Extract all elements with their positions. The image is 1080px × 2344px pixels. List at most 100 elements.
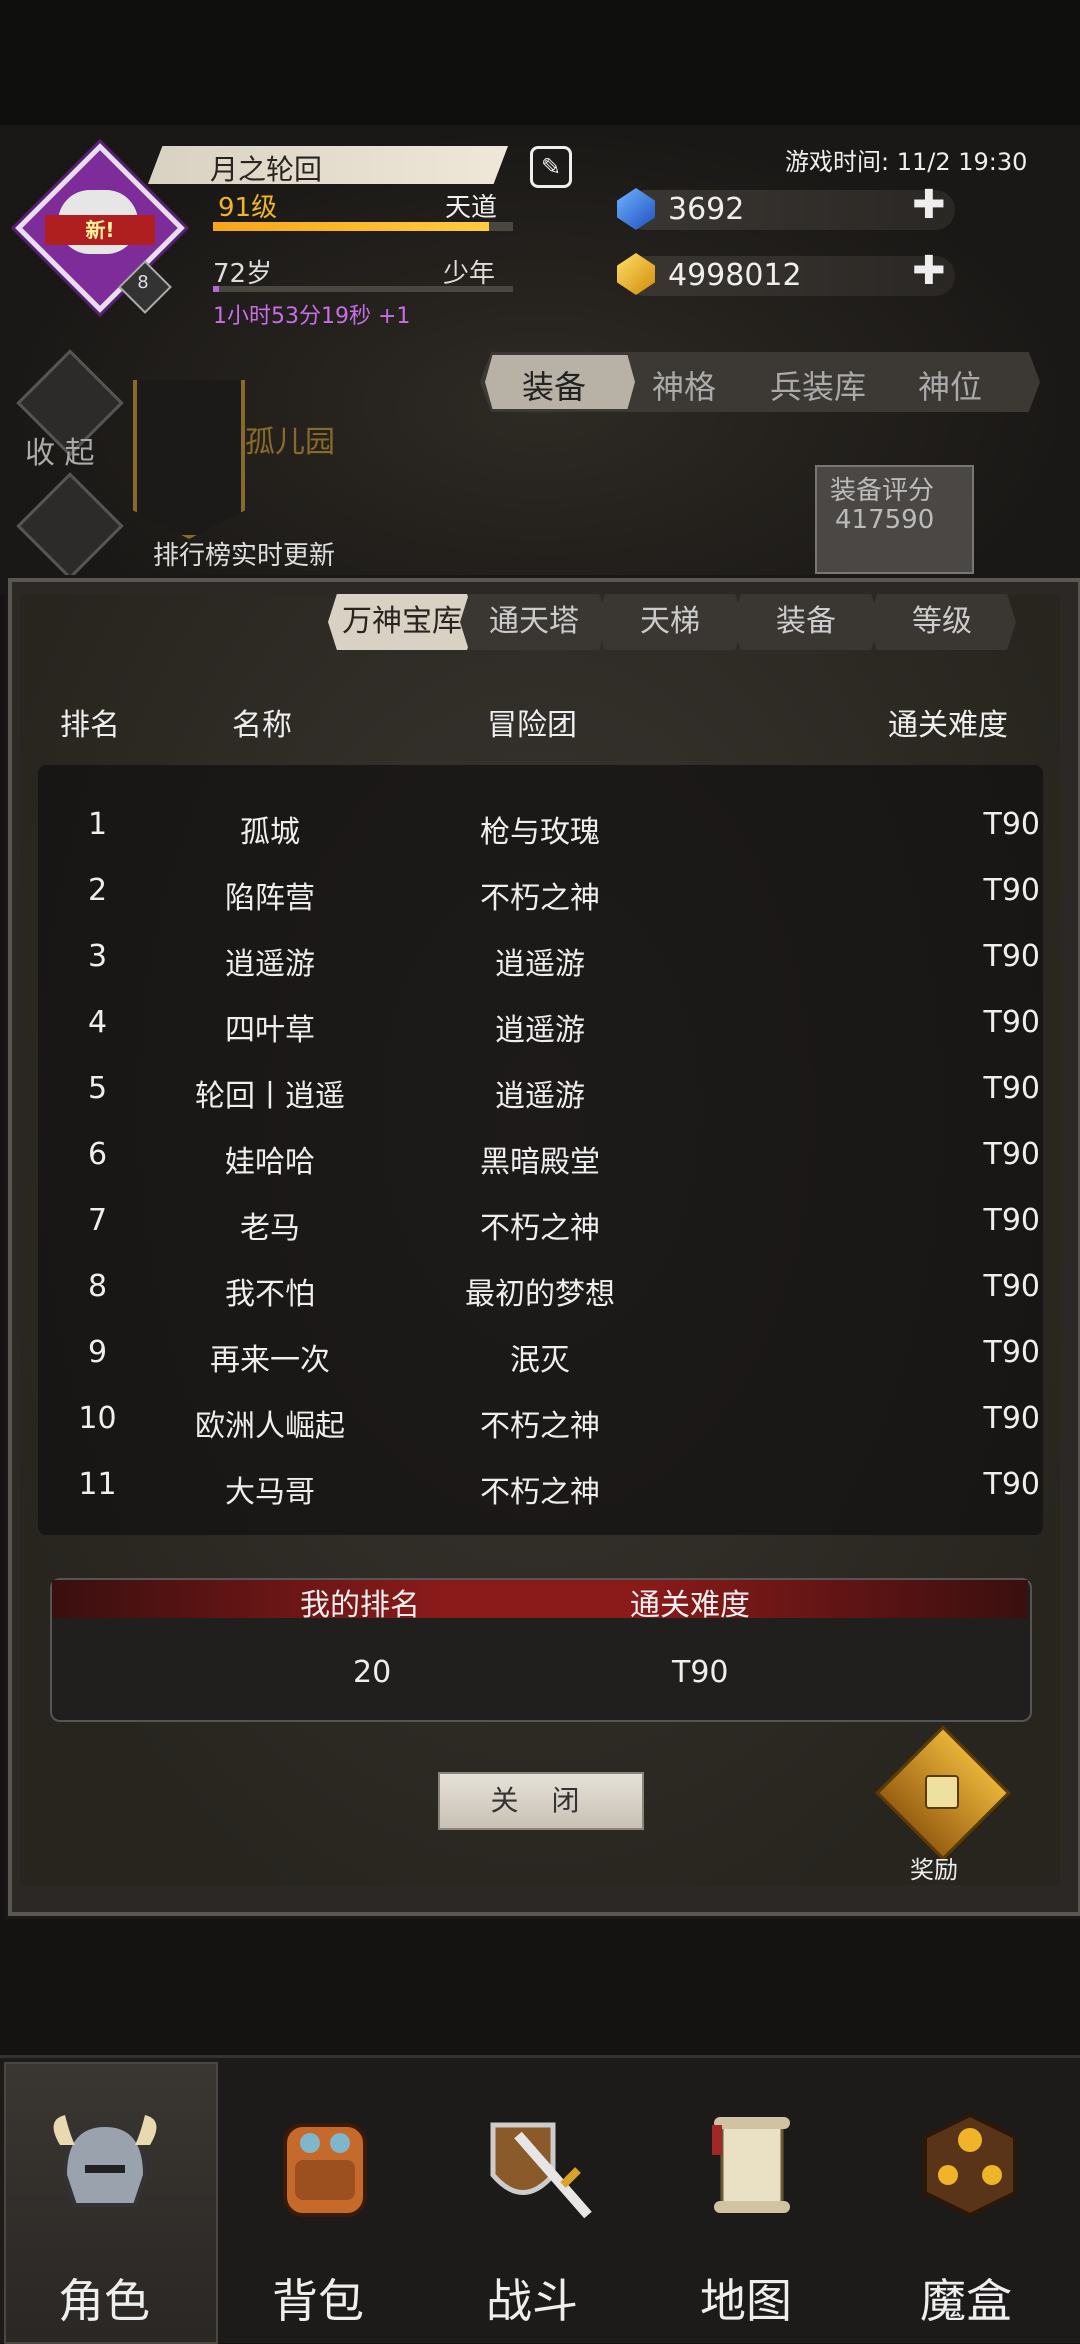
col-rank: 排名 [60, 708, 120, 743]
rank-update-note: 排行榜实时更新 [153, 541, 336, 571]
status-strip [0, 0, 1080, 125]
magic-cube-icon [923, 2112, 1017, 2218]
table-row[interactable]: 11 大马哥 不朽之神 T90 [0, 1467, 1080, 1511]
tab-divinity[interactable]: 神格 [652, 362, 716, 408]
team-cell: 最初的梦想 [465, 1277, 615, 1312]
team-cell: 不朽之神 [480, 881, 600, 916]
my-rank-header [52, 1580, 1028, 1618]
rank-cell: 1 [87, 807, 108, 842]
name-cell: 四叶草 [225, 1013, 315, 1048]
age-bar-fill [213, 286, 219, 292]
table-row[interactable]: 3 逍遥游 逍遥游 T90 [0, 939, 1080, 983]
team-cell: 不朽之神 [480, 1409, 600, 1444]
leaderboard-tabs: 万神宝库 通天塔 天梯 装备 等级 [320, 592, 1040, 654]
nav-magic-box-label[interactable]: 魔盒 [920, 2265, 1012, 2331]
table-row[interactable]: 8 我不怕 最初的梦想 T90 [0, 1269, 1080, 1313]
col-difficulty: 通关难度 [888, 708, 1008, 743]
backpack-icon [283, 2123, 367, 2217]
rank-cell: 5 [87, 1071, 108, 1106]
add-diamond-button[interactable]: ✚ [912, 182, 946, 228]
age-bar [213, 286, 513, 292]
tab-equip[interactable]: 装备 [522, 362, 586, 408]
tab-level[interactable]: 等级 [868, 594, 1016, 650]
team-cell: 泯灭 [510, 1343, 570, 1378]
name-cell: 再来一次 [210, 1343, 330, 1378]
player-level: 91级 [218, 193, 278, 223]
difficulty-cell: T90 [983, 1401, 1041, 1436]
add-gold-button[interactable]: ✚ [912, 248, 946, 294]
difficulty-cell: T90 [983, 1203, 1041, 1238]
player-name: 月之轮回 [210, 153, 323, 186]
name-cell: 逍遥游 [225, 947, 315, 982]
name-cell: 欧洲人崛起 [195, 1409, 345, 1444]
name-cell: 我不怕 [225, 1277, 315, 1312]
game-time: 游戏时间: 11/2 19:30 [785, 148, 1028, 176]
rank-cell: 8 [87, 1269, 108, 1304]
team-cell: 逍遥游 [495, 1079, 585, 1114]
scroll-map-icon [712, 2117, 790, 2213]
exp-bar [213, 222, 513, 231]
difficulty-cell: T90 [983, 1335, 1041, 1370]
team-cell: 枪与玫瑰 [480, 815, 600, 850]
tab-pantheon[interactable]: 万神宝库 [328, 594, 476, 650]
tab-ladder[interactable]: 天梯 [596, 594, 744, 650]
close-button[interactable]: 关 闭 [438, 1772, 644, 1830]
col-name: 名称 [232, 708, 292, 743]
table-row[interactable]: 10 欧洲人崛起 不朽之神 T90 [0, 1401, 1080, 1445]
rank-cell: 3 [87, 939, 108, 974]
table-row[interactable]: 5 轮回丨逍遥 逍遥游 T90 [0, 1071, 1080, 1115]
equip-score-label: 装备评分 [830, 476, 935, 506]
reward-label[interactable]: 奖励 [910, 1850, 958, 1885]
equip-score-value: 417590 [835, 505, 935, 535]
my-rank-label: 我的排名 [300, 1588, 420, 1623]
gold-value: 4998012 [668, 258, 802, 293]
guild-banner [133, 380, 245, 539]
table-row[interactable]: 4 四叶草 逍遥游 T90 [0, 1005, 1080, 1049]
difficulty-cell: T90 [983, 1071, 1041, 1106]
collapse-label[interactable]: 收 起 [25, 428, 95, 472]
team-cell: 逍遥游 [495, 1013, 585, 1048]
table-row[interactable]: 1 孤城 枪与玫瑰 T90 [0, 807, 1080, 851]
nav-battle-label[interactable]: 战斗 [486, 2265, 578, 2331]
chest-lock-icon [925, 1775, 959, 1809]
rank-cell: 2 [87, 873, 108, 908]
sword-shield-icon [490, 2122, 592, 2219]
difficulty-cell: T90 [983, 807, 1041, 842]
table-row[interactable]: 9 再来一次 泯灭 T90 [0, 1335, 1080, 1379]
nav-bag-label[interactable]: 背包 [272, 2265, 364, 2331]
name-cell: 大马哥 [225, 1475, 315, 1510]
helmet-icon [53, 2115, 157, 2207]
difficulty-cell: T90 [983, 939, 1041, 974]
name-cell: 老马 [240, 1211, 300, 1246]
tab-equipment[interactable]: 装备 [732, 594, 880, 650]
new-tag: 新! [45, 215, 155, 245]
rank-cell: 9 [87, 1335, 108, 1370]
team-cell: 不朽之神 [480, 1211, 600, 1246]
player-realm: 天道 [445, 193, 498, 223]
difficulty-cell: T90 [983, 1005, 1041, 1040]
player-age: 72岁 [213, 259, 273, 289]
name-cell: 孤城 [240, 815, 300, 850]
table-row[interactable]: 2 陷阵营 不朽之神 T90 [0, 873, 1080, 917]
rank-cell: 7 [87, 1203, 108, 1238]
tab-god-seat[interactable]: 神位 [918, 362, 982, 408]
name-cell: 娃哈哈 [225, 1145, 315, 1180]
difficulty-cell: T90 [983, 1137, 1041, 1172]
edit-name-button[interactable]: ✎ [530, 146, 572, 188]
difficulty-cell: T90 [983, 1467, 1041, 1502]
table-row[interactable]: 7 老马 不朽之神 T90 [0, 1203, 1080, 1247]
nav-map-label[interactable]: 地图 [700, 2265, 792, 2331]
diamond-value: 3692 [668, 192, 745, 227]
name-banner [148, 146, 508, 184]
table-row[interactable]: 6 娃哈哈 黑暗殿堂 T90 [0, 1137, 1080, 1181]
name-cell: 陷阵营 [225, 881, 315, 916]
my-diff-value: T90 [672, 1655, 729, 1690]
guild-name: 孤儿园 [245, 425, 335, 460]
nav-character-label[interactable]: 角色 [58, 2265, 150, 2331]
my-rank-value: 20 [353, 1655, 392, 1690]
team-cell: 逍遥游 [495, 947, 585, 982]
team-cell: 黑暗殿堂 [480, 1145, 600, 1180]
tab-armory[interactable]: 兵装库 [770, 362, 866, 408]
tab-tower[interactable]: 通天塔 [460, 594, 608, 650]
my-diff-label: 通关难度 [630, 1588, 750, 1623]
